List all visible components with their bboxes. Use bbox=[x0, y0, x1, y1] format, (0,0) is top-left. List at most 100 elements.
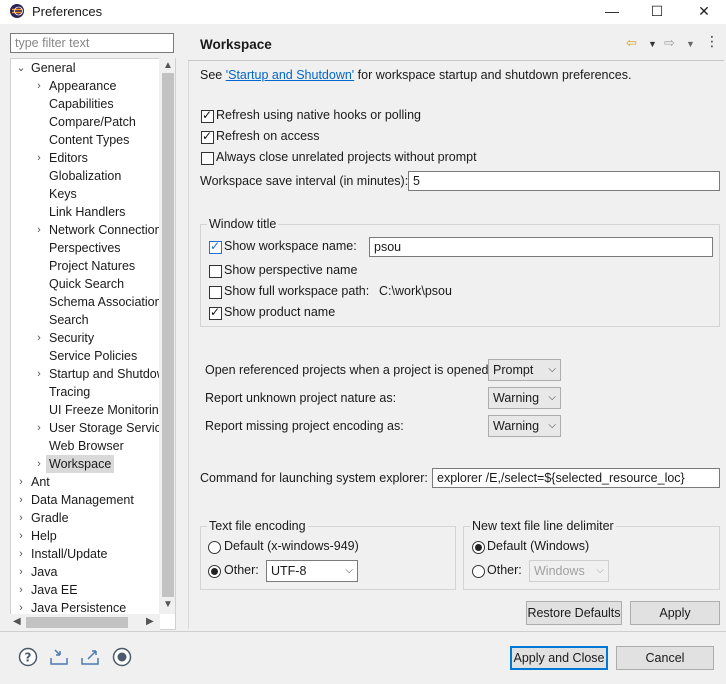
encoding-dropdown[interactable]: UTF-8 ⌵ bbox=[266, 560, 358, 582]
show-perspective-name-checkbox[interactable] bbox=[209, 265, 222, 278]
tree-item-content-types[interactable]: Content Types bbox=[11, 131, 161, 149]
save-interval-input[interactable]: 5 bbox=[408, 171, 720, 191]
tree-item-capabilities[interactable]: Capabilities bbox=[11, 95, 161, 113]
scroll-right-icon[interactable]: ▶ bbox=[146, 616, 154, 627]
show-product-name-label: Show product name bbox=[224, 305, 336, 319]
record-icon[interactable] bbox=[112, 647, 132, 667]
maximize-button[interactable]: ☐ bbox=[637, 0, 677, 24]
eclipse-app-icon bbox=[10, 4, 24, 18]
apply-and-close-button[interactable]: Apply and Close bbox=[510, 646, 608, 670]
explorer-command-input[interactable]: explorer /E,/select=${selected_resource_… bbox=[432, 468, 720, 488]
apply-button[interactable]: Apply bbox=[630, 601, 720, 625]
tree-item-compare-patch[interactable]: Compare/Patch bbox=[11, 113, 161, 131]
back-menu-chevron-icon[interactable]: ▼ bbox=[648, 39, 657, 49]
tree-item-workspace[interactable]: › Workspace bbox=[11, 455, 161, 473]
tree-item-web-browser[interactable]: Web Browser bbox=[11, 437, 161, 455]
tree-item-help[interactable]: › Help bbox=[11, 527, 161, 545]
scroll-up-icon[interactable]: ▲ bbox=[163, 60, 173, 71]
chevron-down-icon: ⌵ bbox=[548, 364, 556, 375]
forward-arrow-icon[interactable]: ⇨ bbox=[664, 35, 675, 51]
expand-chevron-icon[interactable]: › bbox=[15, 563, 27, 581]
restore-defaults-button[interactable]: Restore Defaults bbox=[526, 601, 622, 625]
tree-item-globalization[interactable]: Globalization bbox=[11, 167, 161, 185]
minimize-button[interactable]: — bbox=[592, 0, 632, 24]
tree-item-java-ee[interactable]: › Java EE bbox=[11, 581, 161, 599]
help-icon[interactable]: ? bbox=[18, 647, 38, 667]
tree-item-search[interactable]: Search bbox=[11, 311, 161, 329]
expand-chevron-icon[interactable]: › bbox=[33, 365, 45, 383]
expand-chevron-icon[interactable]: › bbox=[15, 509, 27, 527]
encoding-other-radio[interactable] bbox=[208, 565, 221, 578]
tree-item-schema-associations[interactable]: Schema Associations bbox=[11, 293, 168, 311]
missing-encoding-dropdown[interactable]: Warning ⌵ bbox=[488, 415, 561, 437]
tree-item-label: Service Policies bbox=[49, 349, 138, 363]
import-icon[interactable] bbox=[49, 647, 69, 667]
expand-chevron-icon[interactable]: › bbox=[15, 545, 27, 563]
expand-chevron-icon[interactable]: › bbox=[33, 329, 45, 347]
expand-chevron-icon[interactable]: › bbox=[33, 149, 45, 167]
tree-item-ant[interactable]: › Ant bbox=[11, 473, 161, 491]
delimiter-dropdown[interactable]: Windows ⌵ bbox=[529, 560, 609, 582]
expand-chevron-icon[interactable]: › bbox=[15, 491, 27, 509]
tree-item-general[interactable]: ⌄ General bbox=[11, 59, 161, 77]
tree-item-network-connection[interactable]: › Network Connection bbox=[11, 221, 161, 239]
expand-chevron-icon[interactable]: › bbox=[15, 473, 27, 491]
encoding-default-radio[interactable] bbox=[208, 541, 221, 554]
expand-chevron-icon[interactable]: › bbox=[15, 581, 27, 599]
refresh-native-checkbox[interactable] bbox=[201, 108, 214, 123]
delimiter-other-radio[interactable] bbox=[472, 565, 485, 578]
back-arrow-icon[interactable]: ⇦ bbox=[626, 35, 637, 51]
tree-item-data-management[interactable]: › Data Management bbox=[11, 491, 161, 509]
tree-item-gradle[interactable]: › Gradle bbox=[11, 509, 161, 527]
filter-input[interactable] bbox=[10, 33, 174, 53]
tree-item-java[interactable]: › Java bbox=[11, 563, 161, 581]
show-product-name-checkbox[interactable] bbox=[209, 305, 222, 320]
unknown-nature-dropdown[interactable]: Warning ⌵ bbox=[488, 387, 561, 409]
scroll-left-icon[interactable]: ◀ bbox=[13, 616, 21, 627]
header-separator bbox=[188, 60, 724, 61]
expand-chevron-icon[interactable]: › bbox=[33, 221, 45, 239]
delimiter-default-radio[interactable] bbox=[472, 541, 485, 554]
tree-item-appearance[interactable]: › Appearance bbox=[11, 77, 161, 95]
tree-item-perspectives[interactable]: Perspectives bbox=[11, 239, 161, 257]
window-title: Preferences bbox=[32, 4, 103, 19]
forward-menu-chevron-icon[interactable]: ▼ bbox=[686, 39, 695, 49]
svg-text:?: ? bbox=[25, 651, 32, 665]
show-workspace-name-checkbox[interactable] bbox=[209, 239, 222, 254]
cancel-button[interactable]: Cancel bbox=[616, 646, 714, 670]
tree-item-project-natures[interactable]: Project Natures bbox=[11, 257, 161, 275]
startup-shutdown-link[interactable]: 'Startup and Shutdown' bbox=[226, 68, 354, 82]
tree-item-install-update[interactable]: › Install/Update bbox=[11, 545, 161, 563]
expand-chevron-icon[interactable]: › bbox=[33, 419, 45, 437]
show-full-path-checkbox[interactable] bbox=[209, 286, 222, 299]
explorer-command-label: Command for launching system explorer: bbox=[200, 471, 428, 485]
collapse-chevron-icon[interactable]: ⌄ bbox=[15, 59, 27, 77]
tree-item-label: Workspace bbox=[46, 455, 115, 473]
close-button[interactable]: ✕ bbox=[684, 0, 724, 24]
open-referenced-dropdown[interactable]: Prompt ⌵ bbox=[488, 359, 561, 381]
tree-item-user-storage-service[interactable]: › User Storage Service bbox=[11, 419, 168, 437]
tree-item-keys[interactable]: Keys bbox=[11, 185, 161, 203]
expand-chevron-icon[interactable]: › bbox=[33, 455, 45, 473]
tree-item-link-handlers[interactable]: Link Handlers bbox=[11, 203, 161, 221]
expand-chevron-icon[interactable]: › bbox=[33, 77, 45, 95]
tree-item-quick-search[interactable]: Quick Search bbox=[11, 275, 161, 293]
view-menu-icon[interactable]: ⋮ bbox=[705, 33, 719, 50]
tree-item-startup-and-shutdow[interactable]: › Startup and Shutdow bbox=[11, 365, 166, 383]
encoding-value: UTF-8 bbox=[271, 564, 307, 578]
tree-item-security[interactable]: › Security bbox=[11, 329, 161, 347]
tree-item-service-policies[interactable]: Service Policies bbox=[11, 347, 161, 365]
tree-scroll-thumb[interactable] bbox=[162, 73, 174, 597]
tree-item-tracing[interactable]: Tracing bbox=[11, 383, 161, 401]
always-close-checkbox[interactable] bbox=[201, 152, 214, 165]
tree-item-ui-freeze-monitoring[interactable]: UI Freeze Monitoring bbox=[11, 401, 166, 419]
workspace-name-input[interactable]: psou bbox=[369, 237, 713, 257]
scroll-down-icon[interactable]: ▼ bbox=[163, 599, 173, 610]
preference-tree[interactable]: ⌄ General › Appearance Capabilities Compare/P… bbox=[10, 58, 176, 630]
refresh-access-checkbox[interactable] bbox=[201, 129, 214, 144]
tree-item-editors[interactable]: › Editors bbox=[11, 149, 161, 167]
tree-hscroll-thumb[interactable] bbox=[26, 617, 128, 628]
expand-chevron-icon[interactable]: › bbox=[15, 527, 27, 545]
tree-item-label: General bbox=[31, 61, 76, 75]
export-icon[interactable] bbox=[80, 647, 100, 667]
